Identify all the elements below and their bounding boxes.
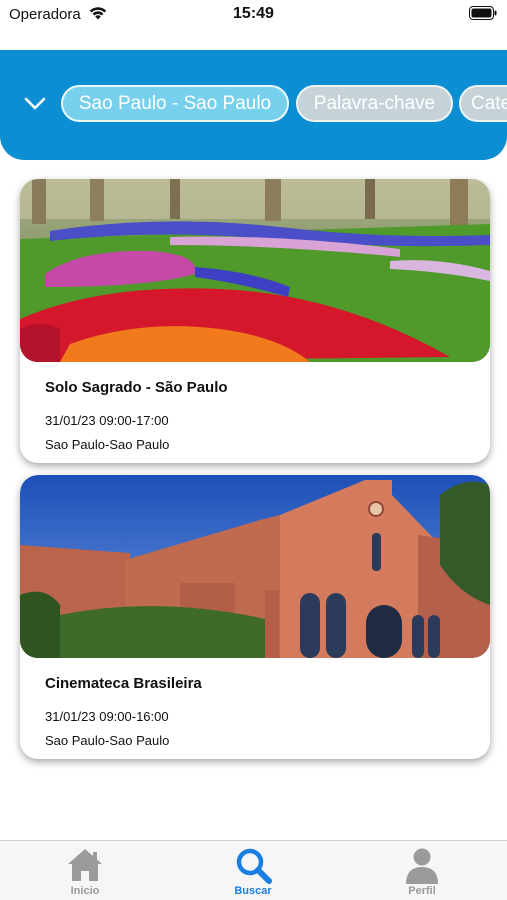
location-chip[interactable]: Sao Paulo - Sao Paulo <box>61 85 289 122</box>
filter-header: Sao Paulo - Sao Paulo Palavra-chave Cate <box>0 50 507 160</box>
event-datetime: 31/01/23 09:00-17:00 <box>45 413 169 428</box>
event-image-garden <box>20 179 490 362</box>
tab-label: Buscar <box>234 885 272 897</box>
event-card[interactable]: Cinemateca Brasileira 31/01/23 09:00-16:… <box>20 475 490 759</box>
category-chip[interactable]: Cate <box>459 85 507 122</box>
chevron-down-icon[interactable] <box>22 94 48 114</box>
event-datetime: 31/01/23 09:00-16:00 <box>45 709 169 724</box>
event-location: Sao Paulo-Sao Paulo <box>45 437 170 452</box>
tab-bar: Inicio Buscar Perfil <box>0 840 507 900</box>
tab-inicio[interactable]: Inicio <box>25 841 145 900</box>
search-icon <box>236 848 272 884</box>
event-title: Cinemateca Brasileira <box>45 675 202 692</box>
tab-label: Perfil <box>408 885 436 897</box>
clock: 15:49 <box>233 5 274 22</box>
event-card[interactable]: Solo Sagrado - São Paulo 31/01/23 09:00-… <box>20 179 490 463</box>
event-image-building <box>20 475 490 658</box>
status-bar: Operadora 15:49 <box>0 0 507 30</box>
battery-icon <box>469 6 497 20</box>
tab-perfil[interactable]: Perfil <box>362 841 482 900</box>
event-title: Solo Sagrado - São Paulo <box>45 379 228 396</box>
tab-label: Inicio <box>70 885 100 897</box>
home-icon <box>68 849 102 881</box>
user-icon <box>406 848 438 884</box>
event-location: Sao Paulo-Sao Paulo <box>45 733 170 748</box>
keyword-chip[interactable]: Palavra-chave <box>296 85 453 122</box>
tab-buscar[interactable]: Buscar <box>193 841 313 900</box>
